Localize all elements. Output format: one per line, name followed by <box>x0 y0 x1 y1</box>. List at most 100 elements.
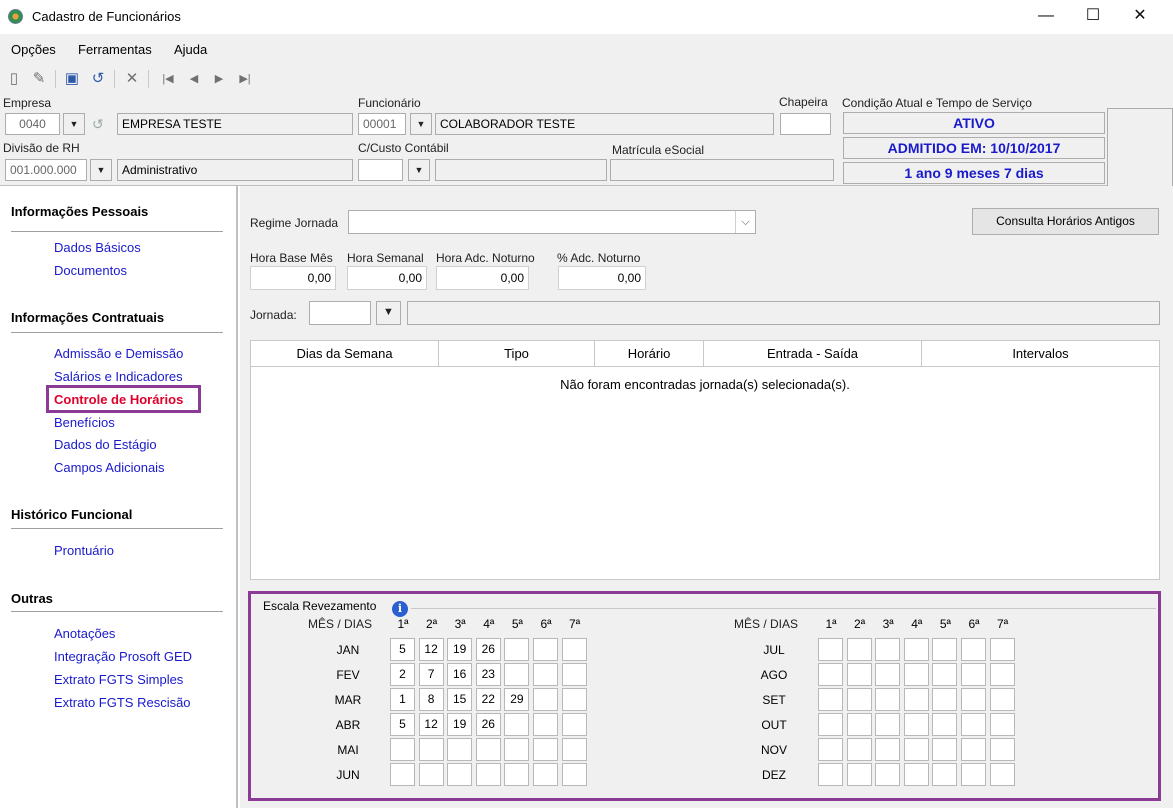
day-cell[interactable]: 19 <box>447 638 473 661</box>
day-cell[interactable] <box>818 738 843 761</box>
day-cell[interactable] <box>561 713 587 736</box>
day-cell[interactable] <box>561 688 587 711</box>
day-cell[interactable] <box>418 763 444 786</box>
day-cell[interactable] <box>818 763 843 786</box>
day-cell[interactable] <box>903 763 929 786</box>
day-cell[interactable] <box>875 663 901 686</box>
day-cell[interactable] <box>961 738 986 761</box>
empresa-dropdown-button[interactable]: ▼ <box>63 113 85 135</box>
day-cell[interactable] <box>875 688 901 711</box>
day-cell[interactable]: 29 <box>504 688 530 711</box>
day-cell[interactable] <box>989 738 1015 761</box>
save-icon[interactable]: ▣ <box>63 70 81 88</box>
regime-select[interactable] <box>348 210 756 234</box>
sidebar-item-admissao-e-demissao[interactable]: Admissão e Demissão <box>54 346 183 361</box>
day-cell[interactable] <box>818 688 843 711</box>
consulta-horarios-button[interactable]: Consulta Horários Antigos <box>972 208 1159 235</box>
jornada-dropdown-button[interactable]: ▼ <box>376 301 401 325</box>
day-cell[interactable]: 26 <box>475 638 501 661</box>
chapeira-input[interactable] <box>780 113 831 135</box>
col-tipo[interactable]: Tipo <box>439 341 595 367</box>
col-intervalos[interactable]: Intervalos <box>922 341 1159 367</box>
day-cell[interactable] <box>561 763 587 786</box>
day-cell[interactable] <box>846 663 872 686</box>
day-cell[interactable] <box>932 638 958 661</box>
day-cell[interactable] <box>475 738 501 761</box>
day-cell[interactable] <box>846 738 872 761</box>
day-cell[interactable]: 19 <box>447 713 473 736</box>
chevron-down-icon[interactable]: ⌵ <box>735 211 755 233</box>
day-cell[interactable] <box>961 663 986 686</box>
info-icon[interactable]: i <box>392 601 408 617</box>
day-cell[interactable] <box>561 738 587 761</box>
day-cell[interactable] <box>533 763 558 786</box>
empresa-code-input[interactable]: 0040 <box>5 113 60 135</box>
day-cell[interactable]: 1 <box>390 688 415 711</box>
day-cell[interactable] <box>561 663 587 686</box>
day-cell[interactable] <box>533 638 558 661</box>
day-cell[interactable] <box>504 763 530 786</box>
day-cell[interactable]: 15 <box>447 688 473 711</box>
sidebar-item-beneficios[interactable]: Benefícios <box>54 415 115 430</box>
day-cell[interactable] <box>875 638 901 661</box>
col-entrada-saida[interactable]: Entrada - Saída <box>704 341 922 367</box>
day-cell[interactable] <box>447 763 473 786</box>
new-icon[interactable]: ▯ <box>5 70 23 88</box>
pct-adc-input[interactable]: 0,00 <box>558 266 646 290</box>
undo-icon[interactable]: ↺ <box>89 70 107 88</box>
day-cell[interactable] <box>533 713 558 736</box>
day-cell[interactable] <box>447 738 473 761</box>
day-cell[interactable] <box>932 738 958 761</box>
day-cell[interactable] <box>903 663 929 686</box>
funcionario-code-input[interactable]: 00001 <box>358 113 406 135</box>
day-cell[interactable] <box>846 713 872 736</box>
undo-icon[interactable]: ↺ <box>92 115 112 133</box>
edit-icon[interactable]: ✎ <box>30 70 48 88</box>
menu-ferramentas[interactable]: Ferramentas <box>78 42 152 57</box>
last-icon[interactable]: ▶| <box>236 70 254 88</box>
day-cell[interactable]: 5 <box>390 713 415 736</box>
day-cell[interactable] <box>989 688 1015 711</box>
employee-photo[interactable] <box>1107 108 1173 188</box>
day-cell[interactable]: 12 <box>418 713 444 736</box>
day-cell[interactable] <box>533 663 558 686</box>
col-horario[interactable]: Horário <box>595 341 704 367</box>
day-cell[interactable] <box>504 738 530 761</box>
sidebar-item-anotacoes[interactable]: Anotações <box>54 626 115 641</box>
day-cell[interactable]: 23 <box>475 663 501 686</box>
prev-icon[interactable]: ◀ <box>185 70 203 88</box>
day-cell[interactable] <box>989 763 1015 786</box>
day-cell[interactable] <box>418 738 444 761</box>
next-icon[interactable]: ▶ <box>210 70 228 88</box>
day-cell[interactable] <box>961 638 986 661</box>
menu-ajuda[interactable]: Ajuda <box>174 42 207 57</box>
sidebar-item-dados-do-estagio[interactable]: Dados do Estágio <box>54 437 157 452</box>
col-dias-semana[interactable]: Dias da Semana <box>251 341 439 367</box>
sidebar-item-dados-basicos[interactable]: Dados Básicos <box>54 240 141 255</box>
divisao-code-input[interactable]: 001.000.000 <box>5 159 87 181</box>
day-cell[interactable] <box>846 763 872 786</box>
day-cell[interactable] <box>932 688 958 711</box>
day-cell[interactable]: 16 <box>447 663 473 686</box>
day-cell[interactable] <box>504 713 530 736</box>
day-cell[interactable] <box>533 738 558 761</box>
day-cell[interactable] <box>989 638 1015 661</box>
divisao-dropdown-button[interactable]: ▼ <box>90 159 112 181</box>
day-cell[interactable] <box>961 713 986 736</box>
day-cell[interactable] <box>390 763 415 786</box>
day-cell[interactable] <box>390 738 415 761</box>
hora-adc-input[interactable]: 0,00 <box>436 266 529 290</box>
funcionario-dropdown-button[interactable]: ▼ <box>410 113 432 135</box>
day-cell[interactable]: 8 <box>418 688 444 711</box>
day-cell[interactable] <box>903 688 929 711</box>
sidebar-item-salarios-e-indicadores[interactable]: Salários e Indicadores <box>54 369 183 384</box>
day-cell[interactable] <box>504 663 530 686</box>
day-cell[interactable] <box>903 738 929 761</box>
sidebar-item-extrato-fgts-simples[interactable]: Extrato FGTS Simples <box>54 672 183 687</box>
day-cell[interactable] <box>533 688 558 711</box>
day-cell[interactable] <box>475 763 501 786</box>
custo-code-input[interactable] <box>358 159 403 181</box>
menu-opcoes[interactable]: Opções <box>11 42 56 57</box>
custo-dropdown-button[interactable]: ▼ <box>408 159 430 181</box>
day-cell[interactable]: 2 <box>390 663 415 686</box>
